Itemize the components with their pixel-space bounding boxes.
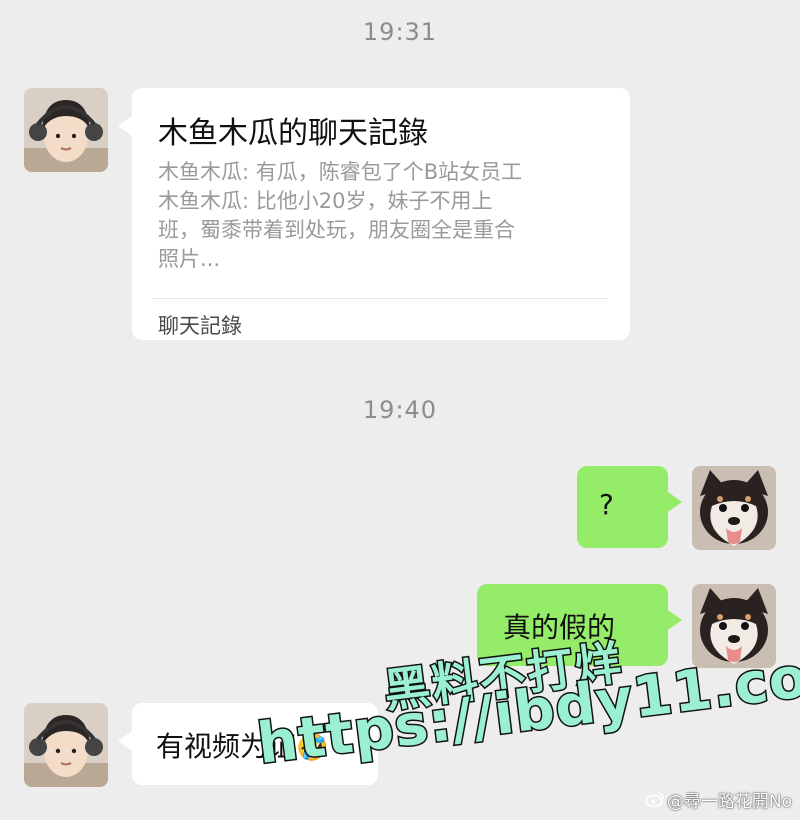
message-text: ? (599, 488, 614, 521)
card-preview-line: 班，蜀黍带着到处玩，朋友圈全是重合 (158, 218, 515, 242)
card-preview-line: 照片... (158, 247, 221, 271)
weibo-credit: @尋一路花開No (645, 787, 792, 812)
timestamp: 19:31 (362, 18, 438, 46)
card-title: 木鱼木瓜的聊天記錄 (158, 116, 428, 151)
contact-avatar[interactable] (24, 88, 108, 172)
card-footer-label: 聊天記錄 (158, 314, 242, 338)
contact-avatar[interactable] (24, 703, 108, 787)
card-preview-line: 木鱼木瓜: 比他小20岁，妹子不用上 (158, 189, 493, 213)
weibo-credit-text: @尋一路花開No (666, 792, 792, 812)
boy-avatar-icon (24, 88, 108, 172)
card-divider (152, 298, 608, 299)
card-preview-line: 木鱼木瓜: 有瓜，陈睿包了个B站女员工 (158, 160, 523, 184)
timestamp: 19:40 (362, 396, 438, 424)
self-avatar[interactable] (692, 466, 776, 550)
card-preview: 木鱼木瓜: 有瓜，陈睿包了个B站女员工 木鱼木瓜: 比他小20岁，妹子不用上 班… (158, 158, 598, 274)
weibo-icon (645, 791, 665, 812)
outgoing-message-bubble[interactable]: ? (577, 466, 682, 548)
chat-history-card[interactable]: 木鱼木瓜的聊天記錄 木鱼木瓜: 有瓜，陈睿包了个B站女员工 木鱼木瓜: 比他小2… (118, 88, 630, 340)
shiba-dog-avatar-icon (692, 466, 776, 550)
boy-avatar-icon (24, 703, 108, 787)
